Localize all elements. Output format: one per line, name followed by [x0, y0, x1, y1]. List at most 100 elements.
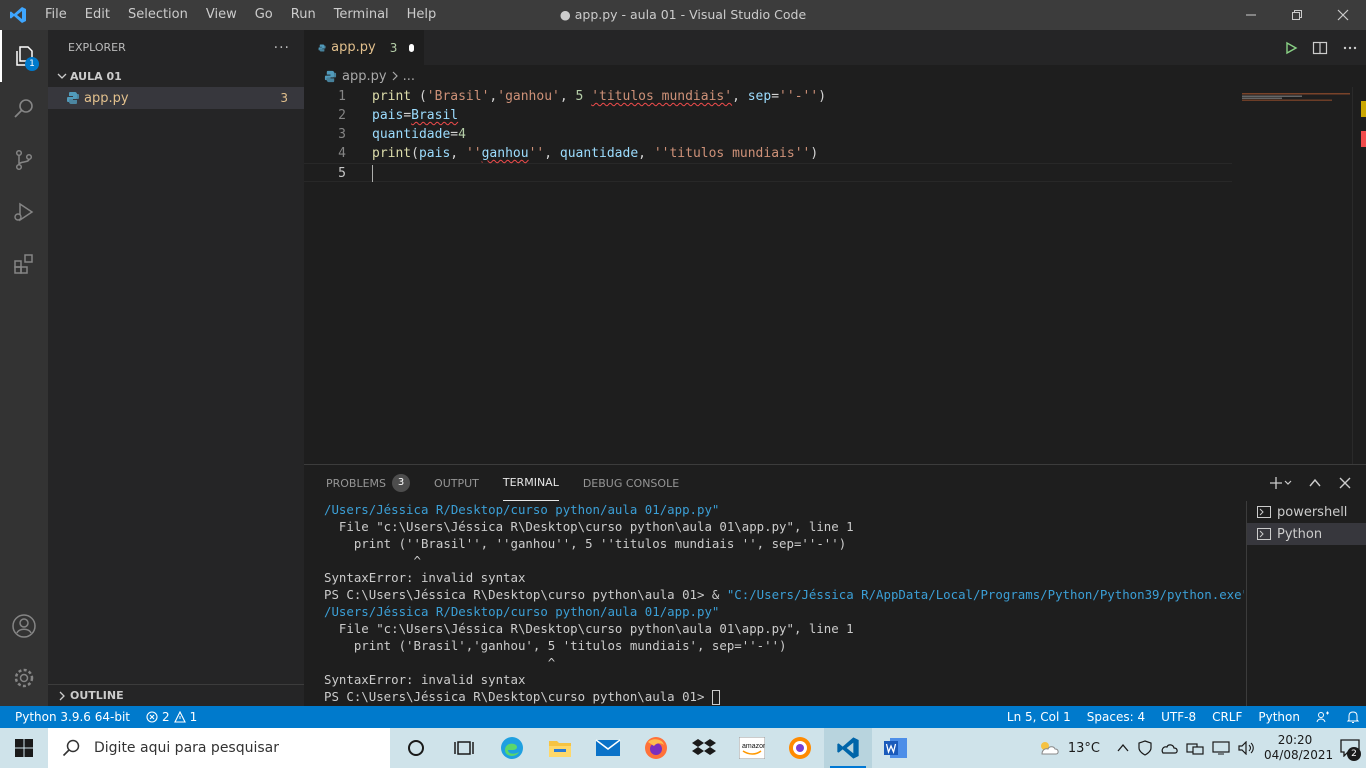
explorer-sidebar: EXPLORER ··· AULA 01 app.py 3 OUTLINE — [48, 30, 304, 706]
outline-title: OUTLINE — [70, 689, 124, 702]
amazon-icon[interactable]: amazon — [728, 728, 776, 768]
menu-edit[interactable]: Edit — [76, 0, 119, 30]
code-editor[interactable]: 1 print ('Brasil','ganhou', 5 'titulos m… — [304, 87, 1366, 182]
word-icon[interactable] — [872, 728, 920, 768]
close-panel-icon[interactable] — [1338, 476, 1352, 490]
defender-icon[interactable] — [1138, 740, 1152, 756]
editor-tabs: app.py 3 — [304, 30, 1366, 65]
dropbox-icon[interactable] — [680, 728, 728, 768]
mail-icon[interactable] — [584, 728, 632, 768]
run-file-icon[interactable] — [1284, 41, 1298, 55]
unsaved-dot-icon[interactable] — [409, 43, 414, 52]
windows-start-icon[interactable] — [0, 728, 48, 768]
problems-badge: 3 — [392, 474, 411, 492]
indentation[interactable]: Spaces: 4 — [1087, 710, 1145, 724]
terminal-item-powershell[interactable]: powershell — [1247, 501, 1366, 523]
extensions-icon[interactable] — [0, 238, 48, 290]
settings-gear-icon[interactable] — [0, 652, 48, 704]
menu-selection[interactable]: Selection — [119, 0, 197, 30]
warning-icon — [173, 711, 186, 723]
panel-actions — [1270, 465, 1352, 501]
terminal-line: /Users/Jéssica R/Desktop/curso python/au… — [324, 604, 720, 619]
menu-file[interactable]: File — [36, 0, 76, 30]
tab-problems[interactable]: PROBLEMS 3 — [326, 465, 411, 501]
code-line: 2 pais=Brasil — [304, 106, 1366, 125]
split-editor-icon[interactable] — [1312, 41, 1328, 55]
more-actions-icon[interactable] — [1342, 41, 1358, 55]
onedrive-cloud-icon[interactable] — [1160, 741, 1178, 755]
explorer-header: EXPLORER ··· — [48, 30, 304, 65]
close-window-button[interactable] — [1320, 0, 1366, 30]
file-name: app.py — [84, 90, 129, 106]
breadcrumb-file[interactable]: app.py — [342, 69, 387, 84]
encoding[interactable]: UTF-8 — [1161, 710, 1196, 724]
folder-header[interactable]: AULA 01 — [48, 65, 304, 87]
language-mode[interactable]: Python — [1258, 710, 1300, 724]
taskbar-search[interactable]: Digite aqui para pesquisar — [48, 728, 390, 768]
firefox-icon[interactable] — [632, 728, 680, 768]
menu-view[interactable]: View — [197, 0, 246, 30]
error-icon — [146, 711, 158, 723]
code-text: print ('Brasil','ganhou', 5 'titulos mun… — [372, 89, 827, 104]
weather-icon[interactable] — [1036, 739, 1060, 757]
explorer-title: EXPLORER — [68, 41, 126, 54]
minimap[interactable] — [1242, 87, 1352, 101]
taskbar-apps: amazon — [392, 728, 920, 768]
explorer-more-button[interactable]: ··· — [274, 40, 290, 56]
windows-taskbar: Digite aqui para pesquisar amazon 13°C 2… — [0, 728, 1366, 768]
terminal-output[interactable]: /Users/Jéssica R/Desktop/curso python/au… — [324, 501, 1244, 705]
tab-terminal[interactable]: TERMINAL — [502, 465, 559, 501]
tab-debug-console[interactable]: DEBUG CONSOLE — [583, 465, 679, 501]
cortana-icon[interactable] — [392, 728, 440, 768]
search-icon — [62, 739, 80, 757]
terminal-line: print (''Brasil'', ''ganhou'', 5 ''titul… — [324, 536, 847, 551]
vscode-taskbar-icon[interactable] — [824, 728, 872, 768]
chevron-down-icon — [57, 73, 67, 79]
cursor-position[interactable]: Ln 5, Col 1 — [1007, 710, 1071, 724]
menu-go[interactable]: Go — [246, 0, 282, 30]
edge-browser-icon[interactable] — [488, 728, 536, 768]
tab-app-py[interactable]: app.py 3 — [304, 30, 424, 65]
explorer-icon[interactable]: 1 — [0, 30, 48, 82]
menu-bar: File Edit Selection View Go Run Terminal… — [36, 0, 445, 30]
outline-section[interactable]: OUTLINE — [48, 684, 304, 706]
tab-output[interactable]: OUTPUT — [434, 465, 479, 501]
terminal-line: ^ — [324, 553, 421, 568]
breadcrumb-symbols[interactable]: ... — [403, 69, 415, 84]
problems-status[interactable]: 2 1 — [146, 710, 197, 724]
file-explorer-icon[interactable] — [536, 728, 584, 768]
python-file-icon — [318, 44, 326, 51]
new-terminal-icon[interactable] — [1270, 476, 1292, 490]
maximize-panel-icon[interactable] — [1308, 476, 1322, 490]
feedback-icon[interactable] — [1316, 710, 1330, 724]
chevron-up-icon[interactable] — [1116, 741, 1130, 755]
terminal-icon — [1257, 528, 1271, 540]
clock[interactable]: 20:20 04/08/2021 — [1264, 733, 1333, 763]
minimize-button[interactable] — [1228, 0, 1274, 30]
end-of-line[interactable]: CRLF — [1212, 710, 1242, 724]
search-icon[interactable] — [0, 82, 48, 134]
menu-help[interactable]: Help — [398, 0, 446, 30]
brave-browser-icon[interactable] — [776, 728, 824, 768]
run-debug-icon[interactable] — [0, 186, 48, 238]
restore-button[interactable] — [1274, 0, 1320, 30]
source-control-icon[interactable] — [0, 134, 48, 186]
volume-icon[interactable] — [1238, 741, 1256, 755]
account-icon[interactable] — [0, 600, 48, 652]
code-line: 1 print ('Brasil','ganhou', 5 'titulos m… — [304, 87, 1366, 106]
weather-temperature[interactable]: 13°C — [1068, 741, 1100, 756]
display-icon[interactable] — [1212, 741, 1230, 755]
menu-run[interactable]: Run — [282, 0, 325, 30]
action-center-icon[interactable]: 2 — [1334, 728, 1366, 768]
folder-name: AULA 01 — [70, 69, 122, 83]
editor-scrollbar[interactable] — [1352, 87, 1366, 464]
editor-area: app.py 3 app.py ... 1 print ('Brasil','g… — [304, 30, 1366, 464]
menu-terminal[interactable]: Terminal — [325, 0, 398, 30]
python-interpreter[interactable]: Python 3.9.6 64-bit — [15, 710, 130, 724]
task-view-icon[interactable] — [440, 728, 488, 768]
svg-text:amazon: amazon — [742, 743, 765, 750]
notifications-bell-icon[interactable] — [1346, 710, 1360, 724]
terminal-item-python[interactable]: Python — [1247, 523, 1366, 545]
network-icon[interactable] — [1186, 741, 1204, 755]
file-item-app-py[interactable]: app.py 3 — [48, 87, 304, 109]
